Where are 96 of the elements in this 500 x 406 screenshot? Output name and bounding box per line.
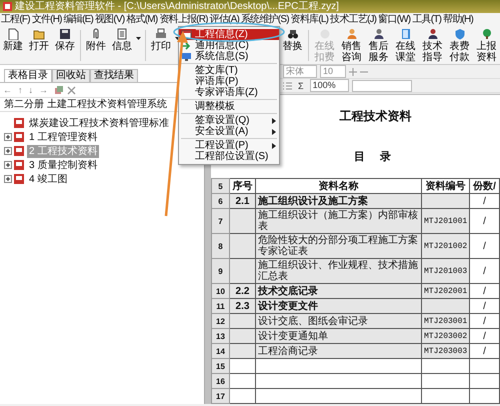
menu-item[interactable]: 格式(M) xyxy=(125,13,158,27)
toolbar-button[interactable]: 技术指导 xyxy=(419,27,446,64)
section-title: 目 录 xyxy=(354,150,398,164)
size-select[interactable]: 10 xyxy=(320,65,346,78)
menu-item[interactable]: 工程部位设置(S) xyxy=(179,151,279,162)
row-number: 11 xyxy=(212,298,230,314)
font-select[interactable]: 宋体 xyxy=(283,65,317,78)
toolbar-button[interactable]: 信息 xyxy=(109,27,135,53)
menu-item[interactable]: 系统信息(S) xyxy=(179,51,279,62)
toolbar-button[interactable]: 打开 xyxy=(26,27,52,53)
table-cell: / xyxy=(470,258,500,284)
zoom-select[interactable]: 100% xyxy=(310,79,349,92)
column-header: 资料名称 xyxy=(256,178,422,194)
arrow-button[interactable]: → xyxy=(36,84,51,96)
row-number: 14 xyxy=(212,344,230,358)
menu-item[interactable]: 技术工艺(J) xyxy=(329,13,378,27)
row-number: 12 xyxy=(212,314,230,328)
table-cell: MTJ203003 xyxy=(422,344,470,358)
tree-item[interactable]: 煤炭建设工程技术资料管理标准 xyxy=(27,116,171,130)
arrow-button[interactable]: ← xyxy=(0,84,15,96)
table-cell: 危险性较大的分部分项工程施工方案专家论证表 xyxy=(256,234,422,258)
tree-item[interactable]: 4 竣工图 xyxy=(27,172,70,186)
window-title: 建设工程资料管理软件 - [C:\Users\Administrator\Desktop\...EPC工程.zyz] xyxy=(15,0,339,12)
toolbar-button[interactable]: 保存 xyxy=(52,27,78,53)
menu-item[interactable]: 窗口(W) xyxy=(377,13,412,27)
arrow-button[interactable]: ↓ xyxy=(26,84,36,96)
table-cell: 2.2 xyxy=(230,284,256,298)
menu-item[interactable]: 资料上报(R) xyxy=(158,13,209,27)
table-cell: 设计变更文件 xyxy=(256,298,422,314)
menu-item[interactable]: 编辑(E) xyxy=(62,13,94,27)
menu-item[interactable]: 文件(H) xyxy=(30,13,63,27)
menu-item[interactable]: 工具(T) xyxy=(411,13,442,27)
table-cell: MTJ203002 xyxy=(422,328,470,344)
menu-item[interactable]: 调整模板 xyxy=(179,101,279,112)
row-number: 6 xyxy=(212,194,230,208)
toolbar-button[interactable]: 新建 xyxy=(0,27,26,53)
menu-item[interactable]: 系统维护(S) xyxy=(240,13,290,27)
menu-item[interactable]: 工程设置(P) xyxy=(179,140,279,151)
tab[interactable]: 回收站 xyxy=(52,69,90,82)
tree-item[interactable]: 3 质量控制资料 xyxy=(27,158,100,172)
table-cell: 设计变更通知单 xyxy=(256,328,422,344)
tab[interactable]: 表格目录 xyxy=(4,69,52,82)
row-number: 17 xyxy=(212,388,230,404)
table-cell: / xyxy=(470,328,500,344)
row-number: 8 xyxy=(212,234,230,258)
menu-item[interactable]: 帮助(H) xyxy=(442,13,474,27)
menu-item[interactable]: 安全设置(A) xyxy=(179,126,279,137)
table-cell: MTJ201003 xyxy=(422,258,470,284)
row-number: 16 xyxy=(212,374,230,388)
toolbar-button[interactable]: 销售咨询 xyxy=(338,27,365,64)
menu-item[interactable]: 评语库(P) xyxy=(179,76,279,87)
menu-item[interactable]: 工程信息(Z) xyxy=(179,29,279,40)
row-number: 5 xyxy=(212,178,230,194)
row-number: 10 xyxy=(212,284,230,298)
table-cell: 2.3 xyxy=(230,298,256,314)
table-cell: / xyxy=(470,194,500,208)
table-cell: 2.1 xyxy=(230,194,256,208)
tree-item[interactable]: 1 工程管理资料 xyxy=(27,130,100,144)
table-cell: 施工组织设计（施工方案）内部审核表 xyxy=(256,208,422,234)
toolbar-button[interactable]: 在线课堂 xyxy=(392,27,419,64)
table-cell: / xyxy=(470,234,500,258)
menu-item[interactable]: 签章设置(Q) xyxy=(179,115,279,126)
tab[interactable]: 查找结果 xyxy=(90,69,138,82)
sum-button[interactable]: Σ xyxy=(295,80,307,92)
column-header: 份数/ xyxy=(470,178,500,194)
table-cell: 技术交底记录 xyxy=(256,284,422,298)
toolbar-button[interactable]: 打印 xyxy=(148,27,174,53)
row-number: 13 xyxy=(212,328,230,344)
menu-item[interactable]: 资料库(L) xyxy=(290,13,330,27)
toolbar-button[interactable]: 附件 xyxy=(83,27,109,53)
toolbar-button[interactable]: 上报资料 xyxy=(473,27,500,64)
table-cell: MTJ201002 xyxy=(422,234,470,258)
row-number: 15 xyxy=(212,358,230,374)
table-cell: MTJ201001 xyxy=(422,208,470,234)
toolbar-button[interactable]: 售后服务 xyxy=(365,27,392,64)
table-cell: / xyxy=(470,284,500,298)
menu-item[interactable]: 签文库(T) xyxy=(179,65,279,76)
table-cell: MTJ202001 xyxy=(422,284,470,298)
table-cell: MTJ203001 xyxy=(422,314,470,328)
row-number: 7 xyxy=(212,208,230,234)
menu-item[interactable]: 工程(F) xyxy=(0,13,31,27)
table-cell: / xyxy=(470,208,500,234)
menu-item[interactable]: 视图(V) xyxy=(94,13,126,27)
toolbar-button[interactable]: 替换 xyxy=(279,27,306,53)
toolbar-button[interactable]: 表费付款 xyxy=(446,27,473,64)
table-cell: 施工组织设计及施工方案 xyxy=(256,194,422,208)
table-cell: 工程洽商记录 xyxy=(256,344,422,358)
table-cell: 设计交底、图纸会审记录 xyxy=(256,314,422,328)
table-cell: / xyxy=(470,344,500,358)
table-cell: 施工组织设计、作业规程、技术措施汇总表 xyxy=(256,258,422,284)
menu-item[interactable]: 专家评语库(Z) xyxy=(179,87,279,98)
arrow-button[interactable]: ↑ xyxy=(15,84,26,96)
table-cell: / xyxy=(470,298,500,314)
document-title: 工程技术资料 xyxy=(340,108,412,124)
row-number: 9 xyxy=(212,258,230,284)
table-cell: / xyxy=(470,314,500,328)
